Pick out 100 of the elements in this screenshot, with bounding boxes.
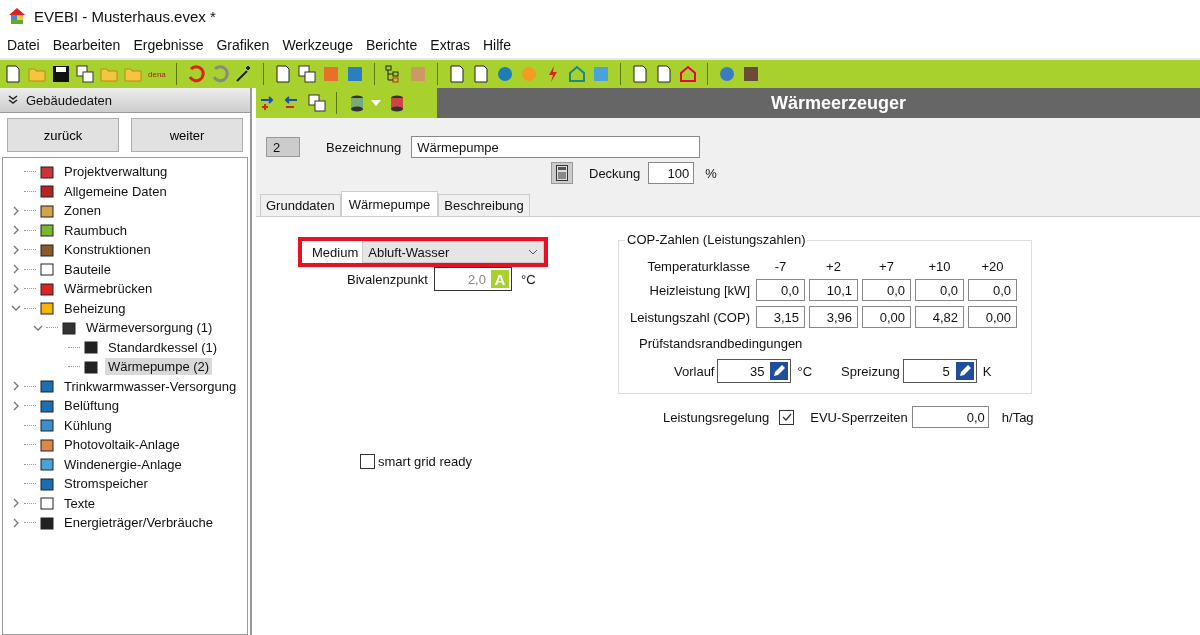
column-header: +10	[927, 259, 952, 274]
spread-field[interactable]: 5	[902, 359, 977, 383]
tree-node-icon	[39, 514, 55, 531]
coverage-field[interactable]: 100	[648, 162, 695, 184]
tree-item[interactable]: Projektverwaltung	[61, 163, 171, 181]
flow-field[interactable]: 35	[717, 359, 792, 383]
menu-item[interactable]: Extras	[425, 35, 478, 55]
tab[interactable]: Wärmepumpe	[340, 191, 439, 217]
number-field: 2	[266, 137, 300, 157]
value-field[interactable]: 0,00	[968, 306, 1017, 328]
collapse-chevron-icon[interactable]	[8, 95, 18, 105]
value-field[interactable]: 4,82	[915, 306, 964, 328]
tree-item[interactable]: Standardkessel (1)	[105, 338, 221, 356]
tree-item[interactable]: Raumbuch	[61, 221, 130, 239]
tree-item[interactable]: Belüftung	[61, 397, 122, 415]
value-field[interactable]: 3,15	[756, 306, 805, 328]
tree-item[interactable]: Windenergie-Anlage	[61, 455, 185, 473]
tree-item[interactable]: Wärmepumpe (2)	[105, 358, 213, 376]
tree-item[interactable]: Beheizung	[61, 299, 129, 317]
expand-arrow-right-icon[interactable]	[11, 517, 21, 528]
field-value: 5	[942, 363, 950, 379]
value-field[interactable]: 10,1	[809, 279, 858, 301]
field-label: Deckung	[589, 165, 641, 181]
tree-node-icon	[39, 436, 55, 453]
expand-arrow-right-icon[interactable]	[11, 400, 21, 411]
tree-item[interactable]: Konstruktionen	[61, 241, 154, 259]
window-title: EVEBI - Musterhaus.evex *	[34, 7, 216, 25]
save-icon[interactable]	[52, 65, 70, 83]
medium-dropdown[interactable]: Abluft-Wasser	[362, 241, 545, 263]
nav-button[interactable]: weiter	[131, 118, 243, 152]
tree-node-icon	[39, 475, 55, 492]
row-label: Leistungszahl (COP)	[629, 309, 751, 325]
tree-item[interactable]: Trinkwarmwasser-Versorgung	[61, 377, 240, 395]
copy-icon[interactable]	[308, 94, 326, 112]
dropdown-chevron-icon[interactable]	[528, 249, 539, 255]
value-field[interactable]: 0,0	[968, 279, 1017, 301]
expand-arrow-right-icon[interactable]	[11, 225, 21, 236]
row-label: Heizleistung [kW]	[648, 282, 751, 298]
expand-arrow-right-icon[interactable]	[11, 381, 21, 392]
expand-arrow-right-icon[interactable]	[11, 205, 21, 216]
tree-node-icon	[39, 241, 55, 258]
house-icon[interactable]	[678, 65, 697, 83]
menu-item[interactable]: Grafiken	[211, 35, 278, 55]
menu-item[interactable]: Berichte	[360, 35, 426, 55]
calculator-button[interactable]	[551, 162, 573, 184]
undo-icon[interactable]	[186, 65, 205, 83]
expand-arrow-right-icon[interactable]	[11, 283, 21, 294]
tree-item[interactable]: Zonen	[61, 202, 104, 220]
field-label: EVU-Sperrzeiten	[810, 409, 908, 425]
tab[interactable]: Grunddaten	[260, 194, 341, 216]
tree-item[interactable]: Allgemeine Daten	[61, 182, 170, 200]
value-field[interactable]: 3,96	[809, 306, 858, 328]
evu-field[interactable]: 0,0	[911, 406, 989, 428]
expand-arrow-right-icon[interactable]	[11, 498, 21, 509]
tree-node-icon	[39, 495, 55, 512]
compare-icon[interactable]	[297, 65, 316, 83]
tree-item[interactable]: Stromspeicher	[61, 475, 151, 493]
value-field[interactable]: 0,0	[862, 279, 911, 301]
checkbox[interactable]	[779, 409, 795, 425]
report-icon[interactable]	[630, 65, 649, 83]
dena-label[interactable]: dena	[148, 69, 166, 79]
tree-item[interactable]: Energieträger/Verbräuche	[61, 514, 216, 532]
tree-node-icon	[39, 300, 55, 317]
tree-node-icon	[39, 183, 55, 200]
menu-item[interactable]: Ergebnisse	[128, 35, 212, 55]
copy-icon[interactable]	[76, 65, 94, 83]
menu-item[interactable]: Hilfe	[478, 35, 519, 55]
expand-arrow-right-icon[interactable]	[11, 264, 21, 275]
wand-icon[interactable]	[234, 65, 253, 83]
panel-title: Gebäudedaten	[26, 92, 113, 108]
document-icon[interactable]	[471, 65, 490, 83]
house-icon[interactable]	[567, 65, 586, 83]
new-document-icon[interactable]	[4, 65, 22, 83]
tab[interactable]: Beschreibung	[438, 194, 530, 216]
document-icon[interactable]	[273, 65, 292, 83]
edit-pencil-icon[interactable]	[955, 362, 974, 380]
menu-item[interactable]: Werkzeuge	[277, 35, 361, 55]
menu-item[interactable]: Bearbeiten	[47, 35, 129, 55]
tree-node-icon	[61, 319, 77, 336]
tree-item[interactable]: Wärmebrücken	[61, 280, 156, 298]
column-header: -7	[773, 259, 788, 274]
unit-label: h/Tag	[1001, 409, 1034, 425]
checkbox[interactable]	[360, 454, 375, 469]
value-field[interactable]: 0,0	[915, 279, 964, 301]
tree-item[interactable]: Bauteile	[61, 260, 114, 278]
edit-pencil-icon[interactable]	[770, 362, 789, 380]
value-field[interactable]: 0,0	[756, 279, 805, 301]
value-field[interactable]: 0,00	[862, 306, 911, 328]
nav-button[interactable]: zurück	[7, 118, 119, 152]
tree-item[interactable]: Texte	[61, 494, 99, 512]
expand-arrow-right-icon[interactable]	[11, 244, 21, 255]
tree-node-icon	[39, 163, 55, 180]
unit-label: °C	[520, 271, 536, 287]
column-header: +2	[825, 259, 842, 274]
name-field[interactable]: Wärmepumpe	[411, 136, 701, 158]
menu-item[interactable]: Datei	[2, 35, 48, 55]
tree-item[interactable]: Kühlung	[61, 416, 115, 434]
tree-item[interactable]: Wärmeversorgung (1)	[83, 319, 216, 337]
field-label: Spreizung	[841, 363, 900, 379]
tree-item[interactable]: Photovoltaik-Anlage	[61, 436, 183, 454]
